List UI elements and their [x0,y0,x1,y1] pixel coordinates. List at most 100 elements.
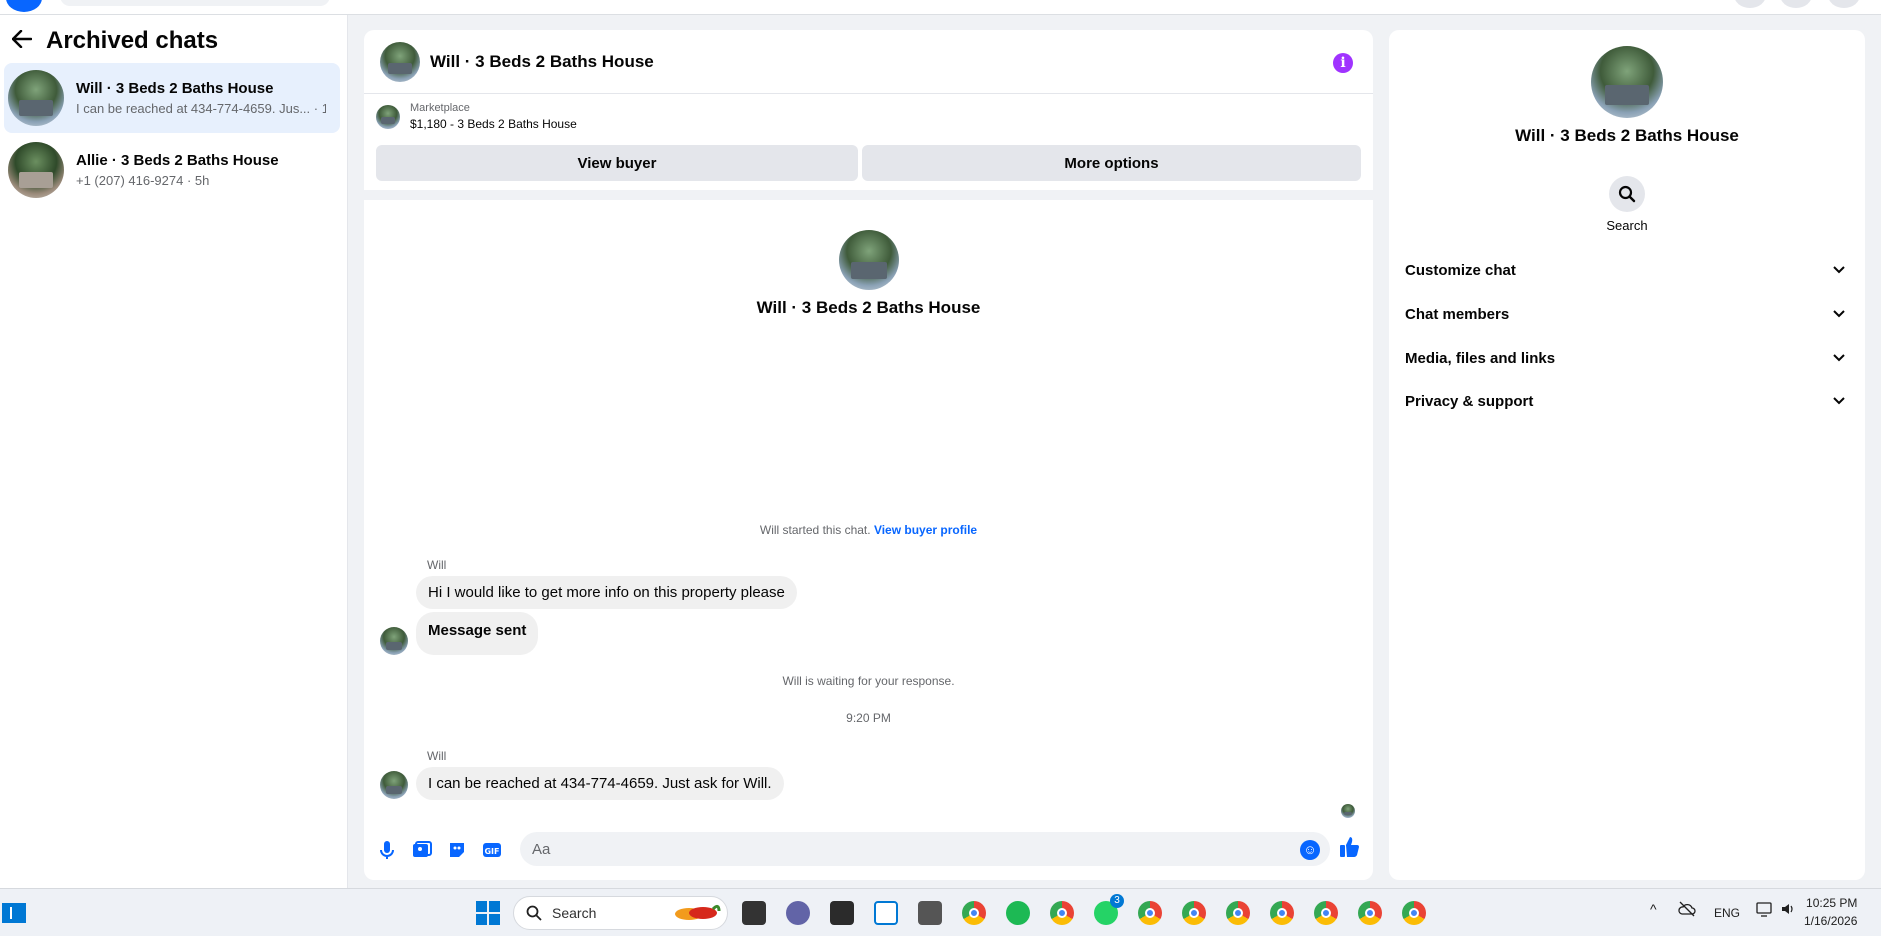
sidebar-header: Archived chats [11,27,219,55]
snipping-tool-icon[interactable] [874,901,898,925]
chrome-icon[interactable] [962,901,986,925]
volume-icon[interactable] [1780,901,1796,920]
taskbar-search-label: Search [552,905,597,921]
search-in-conversation[interactable]: Search [1389,176,1865,233]
svg-text:GIF: GIF [484,847,499,856]
message-input[interactable] [520,832,1330,866]
conversation-title[interactable]: Will · 3 Beds 2 Baths House [430,52,654,72]
section-customize-chat[interactable]: Customize chat [1405,250,1849,290]
facebook-search-bar[interactable] [60,0,330,6]
archived-chats-sidebar: Archived chats Will · 3 Beds 2 Baths Hou… [0,15,348,888]
sticky-notes-icon[interactable] [830,901,854,925]
page-title: Archived chats [46,27,219,54]
windows-start-icon[interactable] [476,901,500,925]
gif-icon[interactable]: GIF [481,839,503,861]
seen-indicator-avatar [1341,804,1355,818]
avatar[interactable] [380,41,420,82]
thumbs-up-icon[interactable] [1339,836,1361,864]
conversation-header: Will · 3 Beds 2 Baths House i [364,30,1373,94]
section-label: Customize chat [1405,261,1516,279]
info-profile-name: Will · 3 Beds 2 Baths House [1515,126,1739,145]
avatar [8,70,64,126]
info-profile: Will · 3 Beds 2 Baths House [1389,46,1865,146]
message-bubble[interactable]: Hi I would like to get more info on this… [416,576,797,609]
chrome-profile-icon[interactable] [1138,901,1162,925]
section-label: Privacy & support [1405,392,1534,410]
photo-icon[interactable] [411,839,433,861]
chrome-profile-icon[interactable] [1226,901,1250,925]
section-media-files-links[interactable]: Media, files and links [1405,338,1849,378]
chevron-down-icon [1829,391,1849,411]
view-buyer-profile-link[interactable]: View buyer profile [874,523,977,537]
back-arrow-icon[interactable] [11,29,34,53]
sender-avatar[interactable] [380,627,408,655]
chrome-profile-icon[interactable] [1402,901,1426,925]
task-view-icon[interactable] [742,901,766,925]
widgets-icon[interactable] [2,903,26,923]
listing-thumbnail [376,104,400,129]
avatar[interactable] [1591,46,1663,118]
section-label: Media, files and links [1405,349,1556,367]
more-options-button[interactable]: More options [862,145,1361,181]
chat-preview: I can be reached at 434-774-4659. Jus...… [76,101,326,116]
calculator-icon[interactable] [918,901,942,925]
search-label: Search [1606,218,1648,233]
search-icon[interactable] [1609,176,1645,212]
emoji-icon[interactable]: ☺ [1300,840,1320,860]
whatsapp-badge: 3 [1110,894,1124,908]
chat-started-notice: Will started this chat. View buyer profi… [364,523,1373,537]
system-clock[interactable]: 10:25 PM 1/16/2026 [1804,894,1857,930]
chat-list-item-will[interactable]: Will · 3 Beds 2 Baths House I can be rea… [4,63,340,133]
section-chat-members[interactable]: Chat members [1405,294,1849,334]
info-icon[interactable]: i [1333,53,1353,73]
avatar [8,142,64,198]
avatar[interactable] [838,230,899,290]
marketplace-label: Marketplace [410,102,470,114]
account-avatar[interactable] [1828,0,1860,8]
message-composer: GIF ☺ [364,828,1373,872]
sender-avatar[interactable] [380,771,408,799]
top-navigation-bar [0,0,1881,15]
chrome-profile-icon[interactable] [1050,901,1074,925]
chevron-down-icon [1829,304,1849,324]
message-sender: Will [427,558,447,572]
divider [364,190,1373,200]
chat-preview: +1 (207) 416-9274 · 5h [76,173,210,188]
profile-name: Will · 3 Beds 2 Baths House [756,298,981,317]
chat-name: Will · 3 Beds 2 Baths House [76,80,274,97]
view-buyer-button[interactable]: View buyer [376,145,858,181]
chrome-profile-icon[interactable] [1358,901,1382,925]
taskbar-search[interactable]: Search [513,896,728,930]
message-sent-bubble[interactable]: Message sent [416,612,539,655]
spotify-icon[interactable] [1006,901,1030,925]
peppers-icon [675,904,721,920]
chat-list-item-allie[interactable]: Allie · 3 Beds 2 Baths House +1 (207) 41… [4,135,340,205]
chrome-profile-icon[interactable] [1314,901,1338,925]
microphone-icon[interactable] [376,839,398,861]
chat-name: Allie · 3 Beds 2 Baths House [76,152,279,169]
chrome-profile-icon[interactable] [1182,901,1206,925]
search-icon [526,905,542,921]
message-sender: Will [427,749,447,763]
section-label: Chat members [1405,305,1510,323]
sticker-icon[interactable] [446,839,468,861]
conversation-panel: Will · 3 Beds 2 Baths House i Marketplac… [364,30,1373,880]
section-privacy-support[interactable]: Privacy & support [1405,381,1849,421]
facebook-logo-icon[interactable] [6,0,42,12]
network-icon[interactable] [1756,901,1774,920]
waiting-notice: Will is waiting for your response. [782,674,955,688]
message-timestamp: 9:20 PM [846,711,891,725]
message-bubble[interactable]: I can be reached at 434-774-4659. Just a… [416,767,784,800]
menu-icon[interactable] [1734,0,1766,8]
notifications-icon[interactable] [1780,0,1812,8]
chevron-down-icon [1829,260,1849,280]
chat-info-panel: Will · 3 Beds 2 Baths House Search Custo… [1389,30,1865,880]
listing-title: $1,180 - 3 Beds 2 Baths House [410,117,577,131]
teams-icon[interactable] [786,901,810,925]
cloud-off-icon[interactable] [1678,901,1696,920]
chevron-up-icon[interactable]: ^ [1650,901,1657,917]
marketplace-listing[interactable]: Marketplace $1,180 - 3 Beds 2 Baths Hous… [376,102,577,131]
chrome-profile-icon[interactable] [1270,901,1294,925]
chevron-down-icon [1829,348,1849,368]
language-indicator[interactable]: ENG [1714,906,1740,920]
